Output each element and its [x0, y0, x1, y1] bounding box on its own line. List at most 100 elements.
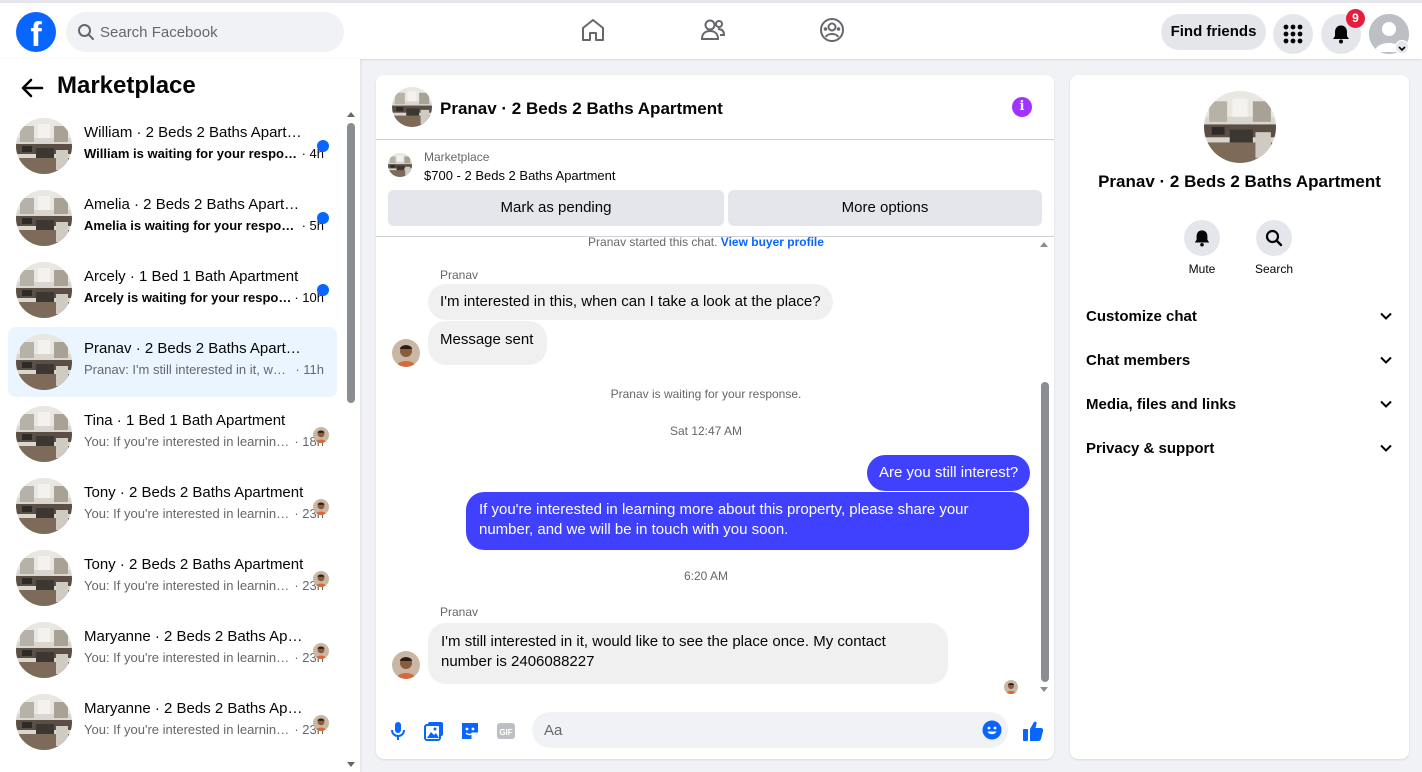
conversation-preview: You: If you're interested in learning mo… — [84, 578, 324, 593]
incoming-message[interactable]: I'm still interested in it, would like t… — [428, 623, 948, 684]
preview-text: Arcely is waiting for your response. — [84, 290, 292, 305]
sender-avatar[interactable] — [392, 339, 420, 367]
microphone-icon[interactable] — [387, 720, 409, 742]
notification-badge: 9 — [1346, 9, 1365, 28]
seen-avatar — [313, 571, 329, 587]
conversation-item[interactable]: Tony · 2 Beds 2 Baths Apartment You: If y… — [8, 471, 337, 541]
conversation-item[interactable]: Maryanne · 2 Beds 2 Baths Apartment You: … — [8, 687, 337, 757]
conversation-preview: You: If you're interested in learning mo… — [84, 434, 324, 449]
listing-title[interactable]: $700 - 2 Beds 2 Baths Apartment — [424, 168, 616, 183]
conversation-title: Pranav · 2 Beds 2 Baths Apartment — [84, 340, 310, 357]
like-icon[interactable] — [1021, 719, 1045, 743]
conversation-thumbnail — [16, 694, 72, 750]
outgoing-message[interactable]: Are you still interest? — [867, 455, 1031, 491]
scroll-up-arrow[interactable] — [347, 112, 355, 117]
mark-as-pending-button[interactable]: Mark as pending — [388, 190, 724, 226]
marketplace-sidebar: Marketplace William · 2 Beds 2 Baths Apa… — [0, 59, 360, 772]
chat-scrollbar[interactable] — [1041, 382, 1049, 682]
waiting-notice: Pranav is waiting for your response. — [610, 387, 802, 401]
chevron-down-icon — [1380, 444, 1392, 452]
mute-action[interactable]: Mute — [1172, 220, 1232, 276]
conversation-avatar[interactable] — [1204, 91, 1276, 163]
chat-title[interactable]: Pranav · 2 Beds 2 Baths Apartment — [440, 99, 723, 119]
message-composer — [532, 712, 1008, 748]
customize-chat-section[interactable]: Customize chat — [1086, 295, 1393, 339]
preview-text: Amelia is waiting for your response. — [84, 218, 299, 233]
conversation-title: Tony · 2 Beds 2 Baths Apartment — [84, 556, 304, 573]
account-chevron-down-icon[interactable] — [1395, 40, 1409, 54]
find-friends-button[interactable]: Find friends — [1161, 14, 1266, 50]
privacy-support-section[interactable]: Privacy & support — [1086, 427, 1393, 471]
media-files-links-section[interactable]: Media, files and links — [1086, 383, 1393, 427]
menu-button[interactable] — [1273, 14, 1313, 54]
conversation-item[interactable]: Arcely · 1 Bed 1 Bath Apartment Arcely is… — [8, 255, 337, 325]
chat-details-panel: Pranav · 2 Beds 2 Baths Apartment Mute S… — [1070, 75, 1409, 759]
sender-avatar[interactable] — [392, 651, 420, 679]
more-options-button[interactable]: More options — [728, 190, 1042, 226]
seen-avatar — [313, 499, 329, 515]
incoming-message[interactable]: I'm interested in this, when can I take … — [428, 284, 833, 320]
chevron-down-icon — [1380, 312, 1392, 320]
preview-text: You: If you're interested in learning mo… — [84, 578, 291, 593]
facebook-logo[interactable]: f — [16, 12, 56, 52]
conversation-preview: William is waiting for your response. · 4… — [84, 146, 324, 161]
conversation-item[interactable]: Maryanne · 2 Beds 2 Baths Apartment You: … — [8, 615, 337, 685]
groups-icon[interactable] — [818, 16, 846, 44]
conversation-title: Tony · 2 Beds 2 Baths Apartment — [84, 484, 304, 501]
conversation-preview: You: If you're interested in learning mo… — [84, 506, 324, 521]
seen-avatar — [313, 427, 329, 443]
svg-text:GIF: GIF — [499, 728, 512, 737]
photo-icon[interactable] — [423, 720, 445, 742]
home-icon[interactable] — [579, 16, 607, 44]
friends-icon[interactable] — [699, 16, 727, 44]
scroll-up-arrow[interactable] — [1040, 242, 1048, 247]
conversation-item[interactable]: William · 2 Beds 2 Baths Apartment Willia… — [8, 111, 337, 181]
conversation-item[interactable]: Pranav · 2 Beds 2 Baths Apartment Pranav:… — [8, 327, 337, 397]
conversation-preview: You: If you're interested in learning mo… — [84, 722, 324, 737]
chevron-down-icon — [1380, 400, 1392, 408]
search-action[interactable]: Search — [1244, 220, 1304, 276]
bell-icon — [1333, 25, 1349, 44]
grid-menu-icon — [1283, 24, 1303, 44]
conversation-item[interactable]: Amelia · 2 Beds 2 Baths Apartment Amelia … — [8, 183, 337, 253]
conversation-item[interactable]: Tony · 2 Beds 2 Baths Apartment You: If y… — [8, 543, 337, 613]
preview-text: You: If you're interested in learning mo… — [84, 650, 291, 665]
scroll-down-arrow[interactable] — [347, 762, 355, 767]
conversation-thumbnail — [16, 550, 72, 606]
view-buyer-profile-link[interactable]: View buyer profile — [721, 237, 824, 249]
scroll-down-arrow[interactable] — [1040, 687, 1048, 692]
search-icon — [78, 24, 94, 40]
chat-members-section[interactable]: Chat members — [1086, 339, 1393, 383]
back-arrow-icon[interactable] — [20, 77, 44, 99]
conversation-thumbnail — [16, 118, 72, 174]
seen-avatar — [313, 715, 329, 731]
sidebar-scrollbar[interactable] — [347, 123, 355, 403]
chat-panel: Pranav · 2 Beds 2 Baths Apartment i Mark… — [376, 75, 1054, 759]
outgoing-message[interactable]: If you're interested in learning more ab… — [466, 492, 1029, 550]
chat-avatar[interactable] — [392, 87, 432, 127]
message-thread: Pranav started this chat. View buyer pro… — [376, 237, 1054, 707]
bell-icon — [1194, 230, 1210, 247]
conversation-title: Maryanne · 2 Beds 2 Baths Apartment — [84, 700, 310, 717]
info-icon[interactable]: i — [1012, 97, 1032, 117]
seen-avatar — [313, 643, 329, 659]
sticker-icon[interactable] — [459, 720, 481, 742]
message-input[interactable] — [544, 712, 964, 748]
emoji-icon[interactable] — [982, 720, 1002, 740]
gif-icon[interactable]: GIF — [495, 720, 517, 742]
sender-name: Pranav — [440, 605, 479, 619]
timestamp: Sat 12:47 AM — [669, 424, 743, 438]
sidebar-title: Marketplace — [57, 72, 196, 99]
preview-text: You: If you're interested in learning mo… — [84, 434, 291, 449]
chat-header: Pranav · 2 Beds 2 Baths Apartment i — [376, 75, 1054, 140]
section-label: Chat members — [1086, 352, 1191, 369]
preview-time: · 11h — [295, 362, 324, 377]
search-input[interactable] — [100, 12, 336, 52]
incoming-message[interactable]: Message sent — [428, 321, 548, 365]
conversation-item[interactable]: Tina · 1 Bed 1 Bath Apartment You: If you… — [8, 399, 337, 469]
listing-thumbnail[interactable] — [388, 153, 412, 177]
conversation-thumbnail — [16, 478, 72, 534]
preview-text: William is waiting for your response. — [84, 146, 299, 161]
chat-started-notice: Pranav started this chat. View buyer pro… — [376, 237, 1036, 249]
preview-text: Pranav: I'm still interested in it, woul… — [84, 362, 292, 377]
